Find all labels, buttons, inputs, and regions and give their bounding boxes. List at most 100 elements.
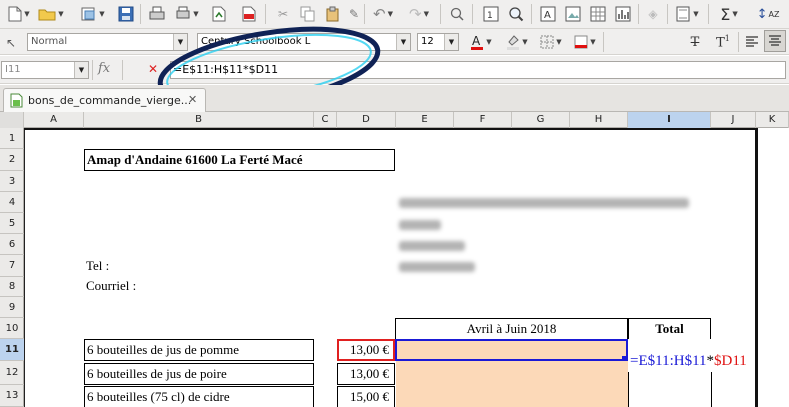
templates-icon[interactable]: ▼ [78,3,108,25]
row-header[interactable]: 8 [0,277,24,297]
select-all-corner[interactable] [0,112,24,128]
align-center-icon[interactable] [764,30,786,52]
redacted-city [399,241,465,251]
column-header-b[interactable]: B [84,112,314,128]
column-header-e[interactable]: E [396,112,454,128]
column-header-h[interactable]: H [570,112,628,128]
eraser-icon[interactable]: ◈ [642,3,664,25]
font-name-select[interactable]: Century Schoolbook L ▼ [197,33,411,51]
pointer-icon[interactable]: ↖ [4,32,18,54]
product-name[interactable]: 6 bouteilles (75 cl) de cidre [84,386,314,407]
row-header[interactable]: 2 [0,149,24,171]
column-header-g[interactable]: G [512,112,570,128]
insert-image-icon[interactable] [562,3,584,25]
formula-operator: * [706,353,715,369]
formula-range-ref: =E$11:H$11 [630,353,707,369]
range-resize-handle[interactable] [622,356,627,361]
copy-icon[interactable] [297,3,319,25]
product-price[interactable]: 13,00 € [337,363,395,385]
strikethrough-icon[interactable]: T [684,31,706,53]
column-header-k[interactable]: K [756,112,789,128]
save-icon[interactable] [115,3,137,25]
total-header[interactable]: Total [628,318,711,339]
export-icon[interactable] [208,3,230,25]
borders-icon[interactable]: ▼ [537,31,565,53]
border-style-icon[interactable]: ▼ [571,31,599,53]
row-header[interactable]: 5 [0,213,24,234]
name-box[interactable]: I11 ▼ [1,61,89,79]
row-header[interactable]: 13 [0,385,24,407]
formula-input[interactable]: =E$11:H$11*$D11 [170,61,786,79]
insert-chart-icon[interactable] [612,3,634,25]
column-headers: A B C D E F G H I J K [0,112,789,128]
print-preview-icon[interactable]: ▼ [172,3,202,25]
row-header[interactable]: 6 [0,234,24,255]
column-header-i[interactable]: I [628,112,711,128]
product-name[interactable]: 6 bouteilles de jus de pomme [84,339,314,361]
superscript-icon[interactable]: T1 [712,31,734,53]
size-dropdown-arrow-icon[interactable]: ▼ [444,34,458,50]
row-headers: 1 2 3 4 5 6 7 8 9 10 11 12 13 [0,128,24,407]
sort-ascending-icon[interactable]: ↕ AZ [750,3,786,25]
column-header-d[interactable]: D [337,112,396,128]
font-dropdown-arrow-icon[interactable]: ▼ [396,34,410,50]
open-folder-icon[interactable]: ▼ [36,3,66,25]
frame-right-line [755,128,758,407]
row-header[interactable]: 10 [0,318,24,339]
style-dropdown-arrow-icon[interactable]: ▼ [173,34,187,50]
row-header[interactable]: 1 [0,128,24,149]
product-price[interactable]: 15,00 € [337,386,395,407]
document-tab[interactable]: bons_de_commande_vierge... ✕ [3,88,206,112]
insert-table-icon[interactable] [587,3,609,25]
row-header[interactable]: 4 [0,192,24,213]
column-header-f[interactable]: F [454,112,512,128]
spreadsheet-grid[interactable]: Amap d'Andaine 61600 La Ferté Macé Tel :… [24,128,789,407]
close-tab-icon[interactable]: ✕ [188,93,197,106]
redacted-phone [399,262,475,272]
export-pdf-icon[interactable] [238,3,260,25]
redacted-street [399,220,441,230]
column-header-c[interactable]: C [314,112,337,128]
page-number-icon[interactable]: 1 [480,3,502,25]
column-header-j[interactable]: J [711,112,756,128]
font-size-value: 12 [421,36,434,47]
row-header[interactable]: 7 [0,255,24,277]
highlight-color-icon[interactable]: ▼ [503,31,531,53]
function-wizard-icon[interactable]: fx [98,61,110,76]
align-left-icon[interactable] [742,31,762,53]
clone-formatting-icon[interactable]: ✎ [346,3,362,25]
formula-bar: I11 ▼ fx ✕ =E$11:H$11*$D11 [0,56,789,84]
style-value: Normal [31,36,68,47]
svg-text:A: A [544,10,551,21]
cancel-edit-icon[interactable]: ✕ [148,62,158,76]
tel-label: Tel : [86,258,110,273]
headers-footers-icon[interactable]: ▼ [672,3,702,25]
row-header[interactable]: 12 [0,361,24,385]
font-size-select[interactable]: 12 ▼ [417,33,459,51]
print-icon[interactable] [146,3,168,25]
redo-icon[interactable]: ↷ ▼ [404,3,434,25]
product-name[interactable]: 6 bouteilles de jus de poire [84,363,314,385]
paste-icon[interactable] [322,3,344,25]
undo-icon[interactable]: ↶ ▼ [368,3,398,25]
product-price[interactable]: 13,00 € [337,339,395,361]
zoom-icon[interactable] [505,3,527,25]
cell-edit-formula[interactable]: =E$11:H$11*$D11 [628,350,747,372]
font-color-icon[interactable]: A ▼ [467,31,495,53]
find-replace-icon[interactable] [446,3,468,25]
name-box-arrow-icon[interactable]: ▼ [74,62,88,78]
column-header-a[interactable]: A [24,112,84,128]
new-document-icon[interactable]: ▼ [6,3,32,25]
association-header[interactable]: Amap d'Andaine 61600 La Ferté Macé [84,149,395,171]
formula-cell-ref: $D11 [714,353,747,369]
row-header[interactable]: 9 [0,297,24,318]
svg-text:A: A [472,34,481,48]
courriel-label: Courriel : [86,278,137,293]
text-box-icon[interactable]: A [537,3,559,25]
period-header[interactable]: Avril à Juin 2018 [395,318,628,339]
row-header[interactable]: 11 [0,339,24,361]
cut-icon[interactable]: ✂ [272,3,294,25]
paragraph-style-select[interactable]: Normal ▼ [27,33,188,51]
autosum-icon[interactable]: Σ ▼ [714,3,744,25]
row-header[interactable]: 3 [0,171,24,192]
